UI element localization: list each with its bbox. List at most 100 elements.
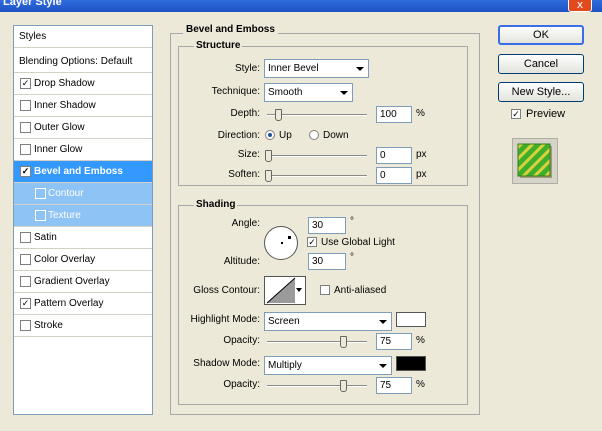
- contour-curve-icon: [266, 277, 296, 304]
- size-slider[interactable]: [265, 150, 367, 162]
- shadow-opacity-input[interactable]: 75: [376, 377, 412, 394]
- bevel-and-emboss-checkbox[interactable]: ✓: [20, 166, 31, 177]
- chevron-down-icon: [356, 67, 364, 71]
- soften-input[interactable]: 0: [376, 167, 412, 184]
- direction-down-label: Down: [323, 130, 349, 141]
- angle-dial-center: [281, 242, 283, 244]
- cancel-button[interactable]: Cancel: [498, 54, 584, 74]
- preview-checkbox[interactable]: ✓: [511, 109, 521, 120]
- anti-aliased-checkbox[interactable]: [320, 285, 330, 295]
- blending-options-item[interactable]: Blending Options: Default: [14, 51, 152, 73]
- soften-slider[interactable]: [265, 170, 367, 182]
- highlight-opacity-unit: %: [416, 335, 425, 346]
- stroke-checkbox[interactable]: [20, 320, 31, 331]
- shadow-mode-label: Shadow Mode:: [193, 358, 260, 369]
- shadow-mode-select[interactable]: Multiply: [264, 356, 392, 375]
- styles-list: Styles Blending Options: Default ✓ Drop S…: [13, 25, 153, 415]
- size-label: Size:: [237, 149, 260, 160]
- gloss-contour-picker[interactable]: [264, 276, 306, 305]
- style-preview-swatch: [517, 143, 552, 178]
- chevron-down-icon: [340, 91, 348, 95]
- highlight-color-swatch[interactable]: [396, 312, 426, 327]
- style-item-color-overlay[interactable]: Color Overlay: [14, 249, 152, 271]
- inner-shadow-checkbox[interactable]: [20, 100, 31, 111]
- style-item-outer-glow[interactable]: Outer Glow: [14, 117, 152, 139]
- angle-unit: °: [350, 216, 354, 227]
- chevron-down-icon: [379, 364, 387, 368]
- drop-shadow-checkbox[interactable]: ✓: [20, 78, 31, 89]
- window-title: Layer Style: [3, 0, 62, 8]
- shading-group: [178, 205, 468, 405]
- style-item-satin[interactable]: Satin: [14, 227, 152, 249]
- depth-slider[interactable]: [267, 109, 367, 121]
- highlight-mode-select[interactable]: Screen: [264, 312, 392, 331]
- technique-select[interactable]: Smooth: [264, 83, 353, 102]
- style-item-inner-glow[interactable]: Inner Glow: [14, 139, 152, 161]
- style-item-texture[interactable]: Texture: [14, 205, 152, 227]
- size-slider-thumb[interactable]: [265, 150, 272, 162]
- altitude-input[interactable]: 30: [308, 253, 346, 270]
- shadow-opacity-slider[interactable]: [267, 380, 367, 392]
- satin-checkbox[interactable]: [20, 232, 31, 243]
- use-global-light-label: Use Global Light: [321, 237, 395, 248]
- style-item-stroke[interactable]: Stroke: [14, 315, 152, 337]
- anti-aliased-label: Anti-aliased: [334, 285, 387, 296]
- styles-header[interactable]: Styles: [14, 26, 152, 48]
- soften-unit: px: [416, 169, 427, 180]
- gradient-overlay-checkbox[interactable]: [20, 276, 31, 287]
- style-item-pattern-overlay[interactable]: ✓ Pattern Overlay: [14, 293, 152, 315]
- style-item-contour[interactable]: Contour: [14, 183, 152, 205]
- chevron-down-icon: [296, 288, 302, 292]
- style-item-gradient-overlay[interactable]: Gradient Overlay: [14, 271, 152, 293]
- outer-glow-checkbox[interactable]: [20, 122, 31, 133]
- close-button[interactable]: x: [568, 0, 592, 12]
- highlight-opacity-label: Opacity:: [223, 335, 260, 346]
- style-item-inner-shadow[interactable]: Inner Shadow: [14, 95, 152, 117]
- pattern-overlay-checkbox[interactable]: ✓: [20, 298, 31, 309]
- gloss-contour-label: Gloss Contour:: [193, 285, 260, 296]
- ok-button[interactable]: OK: [498, 25, 584, 45]
- shadow-opacity-label: Opacity:: [223, 379, 260, 390]
- style-select[interactable]: Inner Bevel: [264, 59, 369, 78]
- style-item-drop-shadow[interactable]: ✓ Drop Shadow: [14, 73, 152, 95]
- new-style-button[interactable]: New Style...: [498, 82, 584, 102]
- title-bar: Layer Style x: [0, 0, 602, 12]
- angle-input[interactable]: 30: [308, 217, 346, 234]
- preview-label: Preview: [526, 108, 566, 120]
- shadow-opacity-thumb[interactable]: [340, 380, 347, 392]
- direction-up-label: Up: [279, 130, 292, 141]
- highlight-opacity-thumb[interactable]: [340, 336, 347, 348]
- soften-label: Soften:: [228, 169, 260, 180]
- chevron-down-icon: [379, 320, 387, 324]
- style-label: Style:: [234, 63, 260, 74]
- technique-label: Technique:: [211, 86, 260, 97]
- color-overlay-checkbox[interactable]: [20, 254, 31, 265]
- style-item-bevel-and-emboss[interactable]: ✓ Bevel and Emboss: [14, 161, 152, 183]
- angle-dial[interactable]: [264, 226, 298, 260]
- highlight-opacity-input[interactable]: 75: [376, 333, 412, 350]
- bevel-emboss-title: Bevel and Emboss: [183, 24, 278, 35]
- direction-down-radio[interactable]: [309, 130, 319, 140]
- depth-label: Depth:: [230, 108, 260, 119]
- contour-checkbox[interactable]: [35, 188, 46, 199]
- soften-slider-thumb[interactable]: [265, 170, 272, 182]
- structure-title: Structure: [194, 40, 243, 51]
- depth-unit: %: [416, 108, 425, 119]
- use-global-light-checkbox[interactable]: ✓: [307, 237, 317, 248]
- texture-checkbox[interactable]: [35, 210, 46, 221]
- altitude-label: Altitude:: [223, 256, 260, 267]
- highlight-opacity-slider[interactable]: [267, 336, 367, 348]
- shadow-color-swatch[interactable]: [396, 356, 426, 371]
- inner-glow-checkbox[interactable]: [20, 144, 31, 155]
- depth-slider-thumb[interactable]: [275, 109, 282, 121]
- shading-title: Shading: [194, 199, 238, 210]
- altitude-unit: °: [350, 252, 354, 263]
- style-preview: [512, 138, 558, 184]
- size-unit: px: [416, 149, 427, 160]
- direction-up-radio[interactable]: [265, 130, 275, 140]
- angle-dial-handle[interactable]: [288, 236, 291, 239]
- highlight-mode-label: Highlight Mode:: [190, 314, 260, 325]
- depth-input[interactable]: 100: [376, 106, 412, 123]
- size-input[interactable]: 0: [376, 147, 412, 164]
- direction-label: Direction:: [217, 130, 260, 141]
